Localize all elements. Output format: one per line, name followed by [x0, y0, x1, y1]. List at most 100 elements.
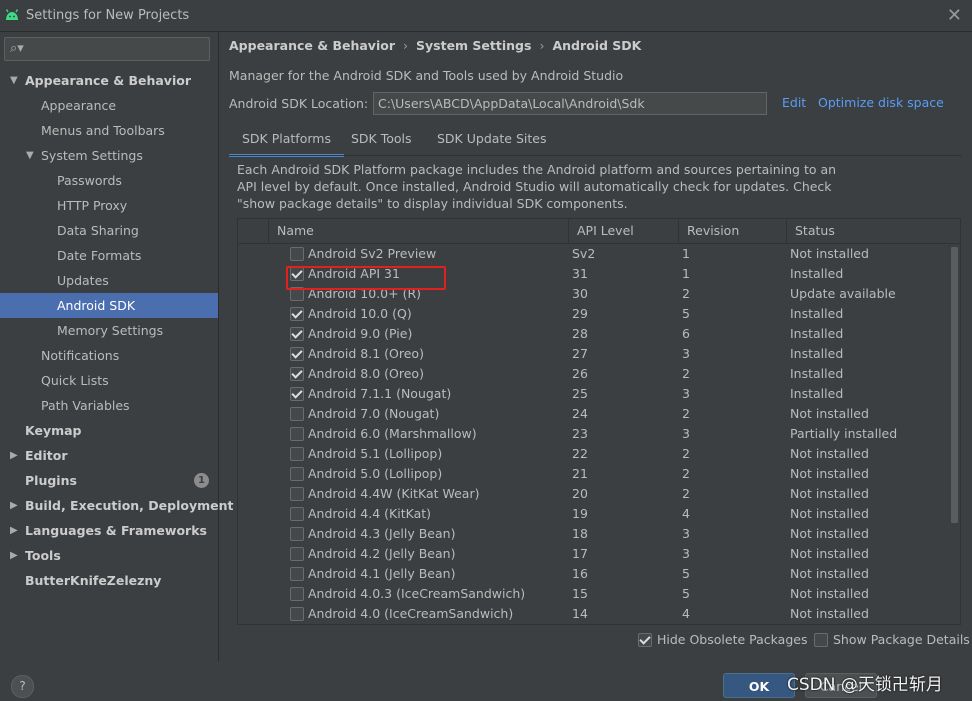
ok-button[interactable]: OK: [723, 673, 795, 698]
row-checkbox[interactable]: [290, 327, 304, 341]
sidebar-item[interactable]: Appearance: [0, 93, 218, 118]
breadcrumb-item[interactable]: System Settings: [416, 38, 531, 53]
row-checkbox[interactable]: [290, 447, 304, 461]
show-details-checkbox[interactable]: [814, 633, 828, 647]
sidebar-item[interactable]: ▶ Editor: [0, 443, 218, 468]
sidebar-item[interactable]: Memory Settings: [0, 318, 218, 343]
table-row[interactable]: Android 7.1.1 (Nougat) 25 3 Installed: [238, 384, 950, 404]
tab-sdk-platforms[interactable]: SDK Platforms: [229, 126, 344, 157]
breadcrumb-item[interactable]: Appearance & Behavior: [229, 38, 395, 53]
table-row[interactable]: Android 4.3 (Jelly Bean) 18 3 Not installed: [238, 524, 950, 544]
sidebar-item[interactable]: Plugins 1: [0, 468, 218, 493]
sidebar-item[interactable]: Data Sharing: [0, 218, 218, 243]
table-row[interactable]: Android 5.0 (Lollipop) 21 2 Not installed: [238, 464, 950, 484]
sidebar-item[interactable]: Keymap: [0, 418, 218, 443]
column-header-status[interactable]: Status: [786, 219, 951, 243]
row-checkbox[interactable]: [290, 567, 304, 581]
chevron-down-icon[interactable]: ▼: [26, 143, 34, 168]
table-row[interactable]: Android 4.1 (Jelly Bean) 16 5 Not installed: [238, 564, 950, 584]
close-icon[interactable]: ✕: [947, 5, 962, 26]
cell-rev: 6: [682, 326, 690, 341]
row-checkbox[interactable]: [290, 247, 304, 261]
row-checkbox[interactable]: [290, 527, 304, 541]
table-row[interactable]: Android 5.1 (Lollipop) 22 2 Not installed: [238, 444, 950, 464]
table-row[interactable]: Android 7.0 (Nougat) 24 2 Not installed: [238, 404, 950, 424]
cell-name: Android 4.0 (IceCreamSandwich): [308, 606, 514, 621]
chevron-right-icon[interactable]: ▶: [10, 518, 18, 543]
sidebar-item[interactable]: ▼ Appearance & Behavior: [0, 68, 218, 93]
table-row[interactable]: Android 9.0 (Pie) 28 6 Installed: [238, 324, 950, 344]
cell-rev: 3: [682, 526, 690, 541]
row-checkbox[interactable]: [290, 487, 304, 501]
sidebar-item[interactable]: Passwords: [0, 168, 218, 193]
cell-name: Android 4.4 (KitKat): [308, 506, 432, 521]
row-checkbox[interactable]: [290, 547, 304, 561]
tab-sdk-update-sites[interactable]: SDK Update Sites: [424, 126, 560, 154]
sidebar-item-label: Path Variables: [41, 398, 130, 413]
cell-name: Android 6.0 (Marshmallow): [308, 426, 477, 441]
cell-status: Not installed: [790, 566, 869, 581]
column-header-name[interactable]: Name: [268, 219, 568, 243]
sidebar-item[interactable]: Menus and Toolbars: [0, 118, 218, 143]
cell-api: 15: [572, 586, 588, 601]
chevron-right-icon[interactable]: ▶: [10, 543, 18, 568]
vertical-scrollbar-thumb[interactable]: [951, 247, 958, 523]
table-row[interactable]: Android 4.4 (KitKat) 19 4 Not installed: [238, 504, 950, 524]
cell-rev: 2: [682, 446, 690, 461]
row-checkbox[interactable]: [290, 367, 304, 381]
table-row[interactable]: Android 4.2 (Jelly Bean) 17 3 Not installed: [238, 544, 950, 564]
table-row[interactable]: Android 8.1 (Oreo) 27 3 Installed: [238, 344, 950, 364]
sidebar-item[interactable]: Path Variables: [0, 393, 218, 418]
sidebar-item[interactable]: Updates: [0, 268, 218, 293]
sidebar-item[interactable]: HTTP Proxy: [0, 193, 218, 218]
help-button[interactable]: ?: [11, 675, 34, 698]
row-checkbox[interactable]: [290, 347, 304, 361]
chevron-right-icon[interactable]: ▶: [10, 493, 18, 518]
hide-obsolete-label[interactable]: Hide Obsolete Packages: [657, 632, 807, 648]
search-box[interactable]: ⌕▾: [4, 37, 210, 61]
sidebar-item[interactable]: ▼ System Settings: [0, 143, 218, 168]
column-header-revision[interactable]: Revision: [678, 219, 786, 243]
tab-divider: [229, 155, 962, 156]
hide-obsolete-checkbox[interactable]: [638, 633, 652, 647]
sidebar-item[interactable]: ButterKnifeZelezny: [0, 568, 218, 593]
row-checkbox[interactable]: [290, 587, 304, 601]
row-checkbox[interactable]: [290, 427, 304, 441]
cell-rev: 2: [682, 406, 690, 421]
sdk-location-label: Android SDK Location:: [229, 96, 369, 111]
table-row[interactable]: Android 4.0.3 (IceCreamSandwich) 15 5 Not i…: [238, 584, 950, 604]
sidebar-item[interactable]: ▶ Tools: [0, 543, 218, 568]
row-checkbox[interactable]: [290, 507, 304, 521]
sidebar-item-label: Tools: [25, 548, 61, 563]
sidebar-item[interactable]: ▶ Build, Execution, Deployment: [0, 493, 233, 518]
chevron-down-icon[interactable]: ▼: [10, 68, 18, 93]
table-row[interactable]: Android 4.4W (KitKat Wear) 20 2 Not install…: [238, 484, 950, 504]
row-checkbox[interactable]: [290, 607, 304, 621]
show-details-label[interactable]: Show Package Details: [833, 632, 970, 648]
row-checkbox[interactable]: [290, 407, 304, 421]
cell-api: 19: [572, 506, 588, 521]
sdk-location-field[interactable]: [373, 92, 767, 115]
table-row[interactable]: Android 8.0 (Oreo) 26 2 Installed: [238, 364, 950, 384]
table-row[interactable]: Android 6.0 (Marshmallow) 23 3 Partially in…: [238, 424, 950, 444]
table-row[interactable]: Android 4.0 (IceCreamSandwich) 14 4 Not ins…: [238, 604, 950, 624]
row-checkbox[interactable]: [290, 387, 304, 401]
sidebar-item[interactable]: Notifications: [0, 343, 218, 368]
sidebar-item[interactable]: ▶ Languages & Frameworks: [0, 518, 218, 543]
cell-status: Installed: [790, 306, 844, 321]
optimize-disk-space-link[interactable]: Optimize disk space: [818, 95, 944, 110]
table-row[interactable]: Android Sv2 Preview Sv2 1 Not installed: [238, 244, 950, 264]
sidebar-item[interactable]: Quick Lists: [0, 368, 218, 393]
cell-api: 20: [572, 486, 588, 501]
row-checkbox[interactable]: [290, 307, 304, 321]
sidebar-item[interactable]: Android SDK: [0, 293, 218, 318]
search-input[interactable]: [29, 39, 209, 59]
row-checkbox[interactable]: [290, 467, 304, 481]
sidebar-item[interactable]: Date Formats: [0, 243, 218, 268]
table-row[interactable]: Android 10.0 (Q) 29 5 Installed: [238, 304, 950, 324]
edit-link[interactable]: Edit: [782, 95, 806, 110]
chevron-right-icon[interactable]: ▶: [10, 443, 18, 468]
cell-name: Android Sv2 Preview: [308, 246, 437, 261]
column-header-api-level[interactable]: API Level: [568, 219, 678, 243]
tab-sdk-tools[interactable]: SDK Tools: [338, 126, 425, 154]
